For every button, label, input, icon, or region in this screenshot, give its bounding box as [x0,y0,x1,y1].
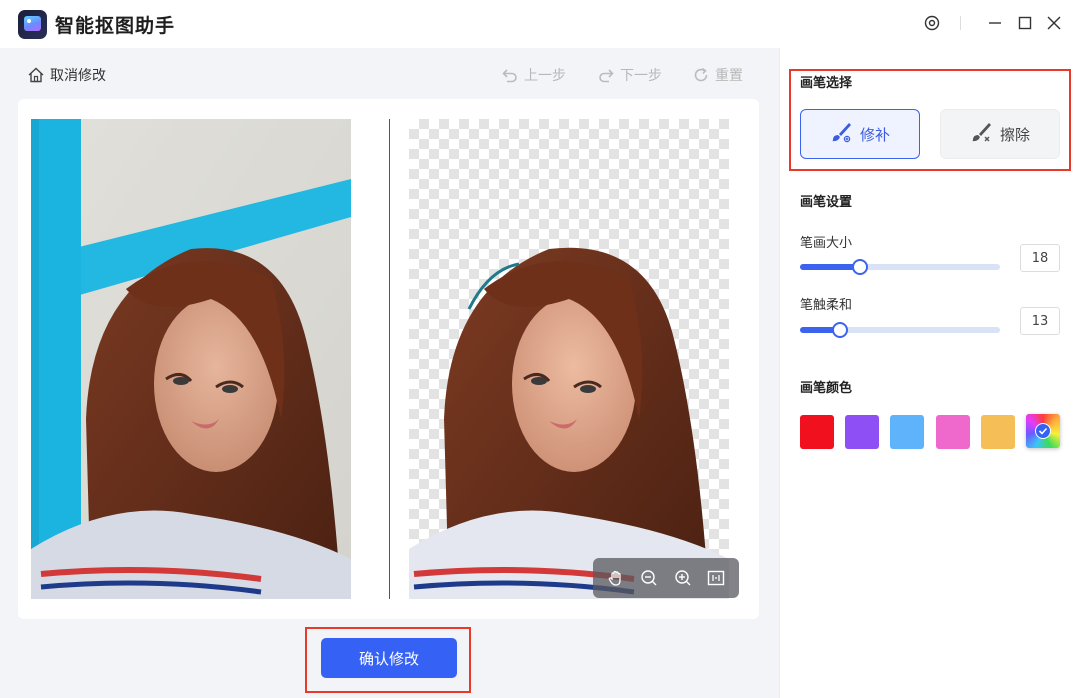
stroke-size-slider[interactable] [800,259,1000,275]
stroke-softness-label: 笔触柔和 [800,298,853,313]
erase-brush-button[interactable]: 擦除 [940,109,1060,159]
minimize-icon[interactable] [984,12,1006,34]
hand-icon[interactable] [604,566,628,590]
confirm-highlight: 确认修改 [305,627,471,693]
color-swatch-pink[interactable] [936,415,970,449]
check-icon [1035,423,1051,443]
reset-label: 重置 [715,68,743,84]
title-bar: 智能抠图助手 [0,0,1077,48]
repair-brush-button[interactable]: 修补 [800,109,920,159]
color-swatch-orange[interactable] [981,415,1015,449]
undo-label: 上一步 [524,68,566,84]
color-swatch-purple[interactable] [845,415,879,449]
settings-panel: 画笔选择 修补 擦除 画笔设置 笔画大小 18 笔触柔和 13 画笔颜色 [779,48,1077,698]
erase-brush-icon [970,121,992,147]
undo-button[interactable]: 上一步 [501,65,566,85]
color-swatch-red[interactable] [800,415,834,449]
app-title: 智能抠图助手 [55,15,176,37]
stroke-size-value[interactable]: 18 [1020,244,1060,272]
confirm-edit-button[interactable]: 确认修改 [321,638,457,678]
redo-button[interactable]: 下一步 [597,65,662,85]
stroke-softness-thumb[interactable] [832,322,848,338]
color-swatch-blue[interactable] [890,415,924,449]
zoom-out-icon[interactable] [637,566,661,590]
cutout-preview[interactable] [409,119,729,599]
zoom-in-icon[interactable] [671,566,695,590]
maximize-icon[interactable] [1014,12,1036,34]
stroke-size-label: 笔画大小 [800,236,853,251]
undo-icon [501,66,519,84]
redo-label: 下一步 [620,68,662,84]
stroke-softness-value[interactable]: 13 [1020,307,1060,335]
close-icon[interactable] [1043,12,1065,34]
stroke-size-fill [800,264,860,270]
erase-brush-label: 擦除 [999,125,1030,144]
reset-icon [692,66,710,84]
cancel-edit-label: 取消修改 [50,68,106,84]
gear-icon[interactable] [921,12,943,34]
app-logo [18,10,47,39]
brush-icon [830,121,852,147]
cancel-edit-button[interactable]: 取消修改 [27,65,106,85]
stroke-softness-slider[interactable] [800,322,1000,338]
image-divider [389,119,390,599]
redo-icon [597,66,615,84]
brush-settings-title: 画笔设置 [800,195,853,210]
brush-color-title: 画笔颜色 [800,381,853,396]
stroke-size-thumb[interactable] [852,259,868,275]
repair-brush-label: 修补 [859,125,890,144]
home-icon [27,66,45,84]
title-separator [960,16,961,30]
reset-button[interactable]: 重置 [692,65,743,85]
original-image [31,119,351,599]
zoom-toolbar [593,558,739,598]
edit-toolbar: 取消修改 上一步 下一步 重置 [0,48,779,98]
fit-icon[interactable] [704,566,728,590]
custom-color-picker[interactable] [1026,414,1060,448]
workspace: 取消修改 上一步 下一步 重置 确认修改 [0,48,779,698]
